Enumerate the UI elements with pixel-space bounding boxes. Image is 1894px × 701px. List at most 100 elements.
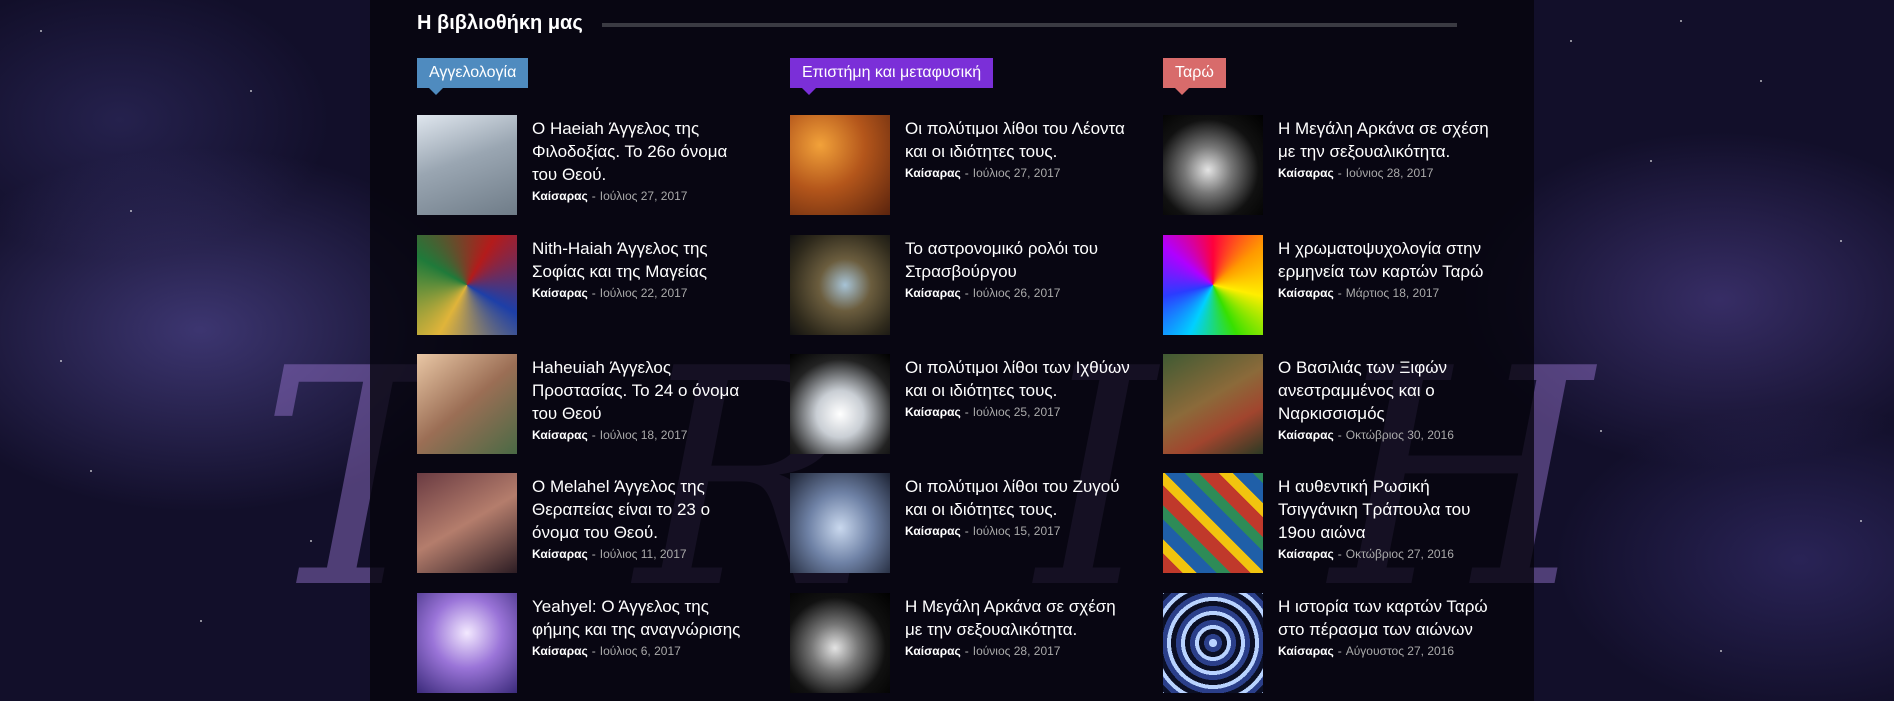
section-divider (602, 23, 1457, 27)
post-author-link[interactable]: Καίσαρας (1278, 428, 1334, 442)
post-author-link[interactable]: Καίσαρας (532, 189, 588, 203)
post-title-link[interactable]: Οι πολύτιμοι λίθοι του Λέοντα και οι ιδι… (905, 117, 1130, 163)
post-text: Η χρωματοψυχολογία στην ερμηνεία των καρ… (1278, 237, 1503, 300)
meta-separator: - (964, 405, 969, 419)
meta-separator: - (1337, 547, 1342, 561)
category-column: Επιστήμη και μεταφυσική Οι πολύτιμοι λίθο… (790, 58, 1130, 693)
post-meta: Καίσαρας - Αύγουστος 27, 2016 (1278, 644, 1503, 658)
post-meta: Καίσαρας - Ιούλιος 22, 2017 (532, 286, 757, 300)
post-date: Οκτώβριος 27, 2016 (1345, 547, 1454, 561)
post-author-link[interactable]: Καίσαρας (905, 524, 961, 538)
post-meta: Καίσαρας - Ιούλιος 27, 2017 (532, 189, 757, 203)
post-title-link[interactable]: Οι πολύτιμοι λίθοι των Ιχθύων και οι ιδι… (905, 356, 1130, 402)
post-thumbnail[interactable] (1163, 235, 1263, 335)
section-header: Η βιβλιοθήκη μας (417, 12, 1457, 40)
category-label[interactable]: Ταρώ (1163, 58, 1226, 95)
meta-separator: - (964, 286, 969, 300)
post-meta: Καίσαρας - Ιούνιος 28, 2017 (905, 644, 1130, 658)
post-date: Ιούλιος 15, 2017 (972, 524, 1061, 538)
post-thumbnail[interactable] (790, 235, 890, 335)
post-thumbnail[interactable] (417, 354, 517, 454)
post-text: Οι πολύτιμοι λίθοι των Ιχθύων και οι ιδι… (905, 356, 1130, 419)
post-author-link[interactable]: Καίσαρας (532, 286, 588, 300)
category-column: Ταρώ Η Μεγάλη Αρκάνα σε σχέση με την σεξο… (1163, 58, 1503, 693)
post-meta: Καίσαρας - Ιούλιος 11, 2017 (532, 547, 757, 561)
post-author-link[interactable]: Καίσαρας (532, 428, 588, 442)
post-date: Μάρτιος 18, 2017 (1345, 286, 1440, 300)
post-author-link[interactable]: Καίσαρας (532, 547, 588, 561)
post-author-link[interactable]: Καίσαρας (905, 405, 961, 419)
post-author-link[interactable]: Καίσαρας (1278, 166, 1334, 180)
post-text: Ο Melahel Άγγελος της Θεραπείας είναι το… (532, 475, 757, 561)
post-author-link[interactable]: Καίσαρας (905, 166, 961, 180)
post-date: Ιούλιος 27, 2017 (599, 189, 688, 203)
post-meta: Καίσαρας - Ιούλιος 15, 2017 (905, 524, 1130, 538)
post-thumbnail[interactable] (790, 473, 890, 573)
post-meta: Καίσαρας - Ιούλιος 18, 2017 (532, 428, 757, 442)
post-thumbnail[interactable] (790, 115, 890, 215)
post-meta: Καίσαρας - Ιούλιος 26, 2017 (905, 286, 1130, 300)
post-date: Ιούλιος 22, 2017 (599, 286, 688, 300)
post-text: Ο Βασιλιάς των Ξιφών ανεστραμμένος και ο… (1278, 356, 1503, 442)
meta-separator: - (591, 189, 596, 203)
post-author-link[interactable]: Καίσαρας (1278, 286, 1334, 300)
category-label[interactable]: Επιστήμη και μεταφυσική (790, 58, 994, 95)
post-meta: Καίσαρας - Ιούλιος 6, 2017 (532, 644, 757, 658)
category-label[interactable]: Αγγελολογία (417, 58, 529, 95)
post-date: Ιούνιος 28, 2017 (1345, 166, 1434, 180)
post-thumbnail[interactable] (417, 235, 517, 335)
post-title-link[interactable]: Haheuiah Άγγελος Προστασίας. Το 24 ο όνο… (532, 356, 757, 425)
meta-separator: - (591, 644, 596, 658)
library-panel: Η βιβλιοθήκη μας Αγγελολογία Ο Haeiah Άγγ… (370, 0, 1534, 701)
post-thumbnail[interactable] (1163, 354, 1263, 454)
post-text: Nith-Haiah Άγγελος της Σοφίας και της Μα… (532, 237, 757, 300)
post-date: Ιούνιος 28, 2017 (972, 644, 1061, 658)
post-text: Η αυθεντική Ρωσική Τσιγγάνικη Τράπουλα τ… (1278, 475, 1503, 561)
meta-separator: - (591, 428, 596, 442)
post-title-link[interactable]: Η αυθεντική Ρωσική Τσιγγάνικη Τράπουλα τ… (1278, 475, 1503, 544)
post-author-link[interactable]: Καίσαρας (1278, 644, 1334, 658)
post-title-link[interactable]: Οι πολύτιμοι λίθοι του Ζυγού και οι ιδιό… (905, 475, 1130, 521)
post-thumbnail[interactable] (1163, 473, 1263, 573)
post-title-link[interactable]: Ο Melahel Άγγελος της Θεραπείας είναι το… (532, 475, 757, 544)
post-meta: Καίσαρας - Ιούλιος 27, 2017 (905, 166, 1130, 180)
post-author-link[interactable]: Καίσαρας (905, 644, 961, 658)
post-thumbnail[interactable] (417, 593, 517, 693)
post-thumbnail[interactable] (1163, 593, 1263, 693)
category-column: Αγγελολογία Ο Haeiah Άγγελος της Φιλοδοξί… (417, 58, 757, 693)
post-text: Haheuiah Άγγελος Προστασίας. Το 24 ο όνο… (532, 356, 757, 442)
meta-separator: - (591, 547, 596, 561)
post-text: Οι πολύτιμοι λίθοι του Λέοντα και οι ιδι… (905, 117, 1130, 180)
post-title-link[interactable]: Ο Βασιλιάς των Ξιφών ανεστραμμένος και ο… (1278, 356, 1503, 425)
post-date: Ιούλιος 25, 2017 (972, 405, 1061, 419)
post-title-link[interactable]: Yeahyel: Ο Άγγελος της φήμης και της ανα… (532, 595, 757, 641)
post-title-link[interactable]: Η ιστορία των καρτών Ταρώ στο πέρασμα τω… (1278, 595, 1503, 641)
post-title-link[interactable]: Ο Haeiah Άγγελος της Φιλοδοξίας. Το 26ο … (532, 117, 757, 186)
post-thumbnail[interactable] (417, 473, 517, 573)
post-date: Ιούλιος 26, 2017 (972, 286, 1061, 300)
post-title-link[interactable]: Το αστρονομικό ρολόι του Στρασβούργου (905, 237, 1130, 283)
post-date: Ιούλιος 27, 2017 (972, 166, 1061, 180)
post-author-link[interactable]: Καίσαρας (532, 644, 588, 658)
post-thumbnail[interactable] (790, 593, 890, 693)
post-date: Ιούλιος 11, 2017 (599, 547, 687, 561)
post-title-link[interactable]: Η Μεγάλη Αρκάνα σε σχέση με την σεξουαλι… (905, 595, 1130, 641)
post-thumbnail[interactable] (790, 354, 890, 454)
post-title-link[interactable]: Η Μεγάλη Αρκάνα σε σχέση με την σεξουαλι… (1278, 117, 1503, 163)
meta-separator: - (1337, 428, 1342, 442)
meta-separator: - (1337, 286, 1342, 300)
post-date: Αύγουστος 27, 2016 (1345, 644, 1455, 658)
meta-separator: - (591, 286, 596, 300)
post-title-link[interactable]: Nith-Haiah Άγγελος της Σοφίας και της Μα… (532, 237, 757, 283)
post-meta: Καίσαρας - Οκτώβριος 27, 2016 (1278, 547, 1503, 561)
post-date: Ιούλιος 6, 2017 (599, 644, 681, 658)
meta-separator: - (964, 524, 969, 538)
post-thumbnail[interactable] (417, 115, 517, 215)
post-author-link[interactable]: Καίσαρας (905, 286, 961, 300)
meta-separator: - (1337, 644, 1342, 658)
post-text: Η Μεγάλη Αρκάνα σε σχέση με την σεξουαλι… (905, 595, 1130, 658)
post-thumbnail[interactable] (1163, 115, 1263, 215)
post-title-link[interactable]: Η χρωματοψυχολογία στην ερμηνεία των καρ… (1278, 237, 1503, 283)
post-author-link[interactable]: Καίσαρας (1278, 547, 1334, 561)
post-meta: Καίσαρας - Οκτώβριος 30, 2016 (1278, 428, 1503, 442)
